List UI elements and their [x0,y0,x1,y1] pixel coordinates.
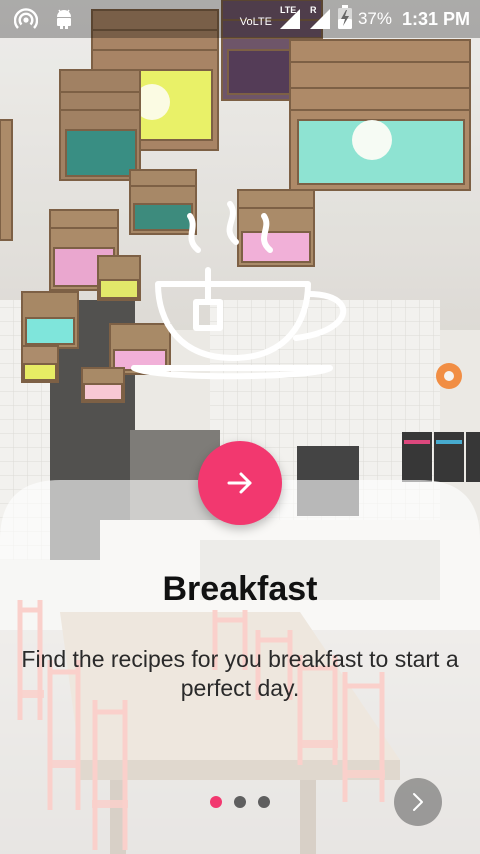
clock: 1:31 PM [401,8,470,29]
onboarding-description: Find the recipes for you breakfast to st… [21,646,459,701]
tea-cup-icon [131,201,347,380]
signal-lte-icon: LTE [278,5,302,31]
signal-roaming-icon: R [308,5,332,31]
battery-percent: 37% [357,9,392,28]
volte-indicator: VoLTE [239,16,272,28]
status-bar-right: VoLTE LTE R 37% 1:31 PM [239,4,470,34]
page-indicator [210,796,270,808]
status-bar: VoLTE LTE R 37% 1:31 PM [0,0,480,38]
next-button[interactable] [198,441,282,525]
chevron-right-icon [413,793,423,811]
page-dot-3[interactable] [258,796,270,808]
android-icon [54,8,74,35]
battery-charging-icon [337,4,352,34]
hotspot-icon [13,8,39,35]
next-page-button[interactable] [394,778,442,826]
page-dot-2[interactable] [234,796,246,808]
arrow-right-icon [227,472,252,494]
status-bar-left [13,8,74,35]
onboarding-title: Breakfast [162,570,318,608]
roaming-label: R [309,5,317,15]
lte-label: LTE [279,5,297,15]
page-dot-1[interactable] [210,796,222,808]
